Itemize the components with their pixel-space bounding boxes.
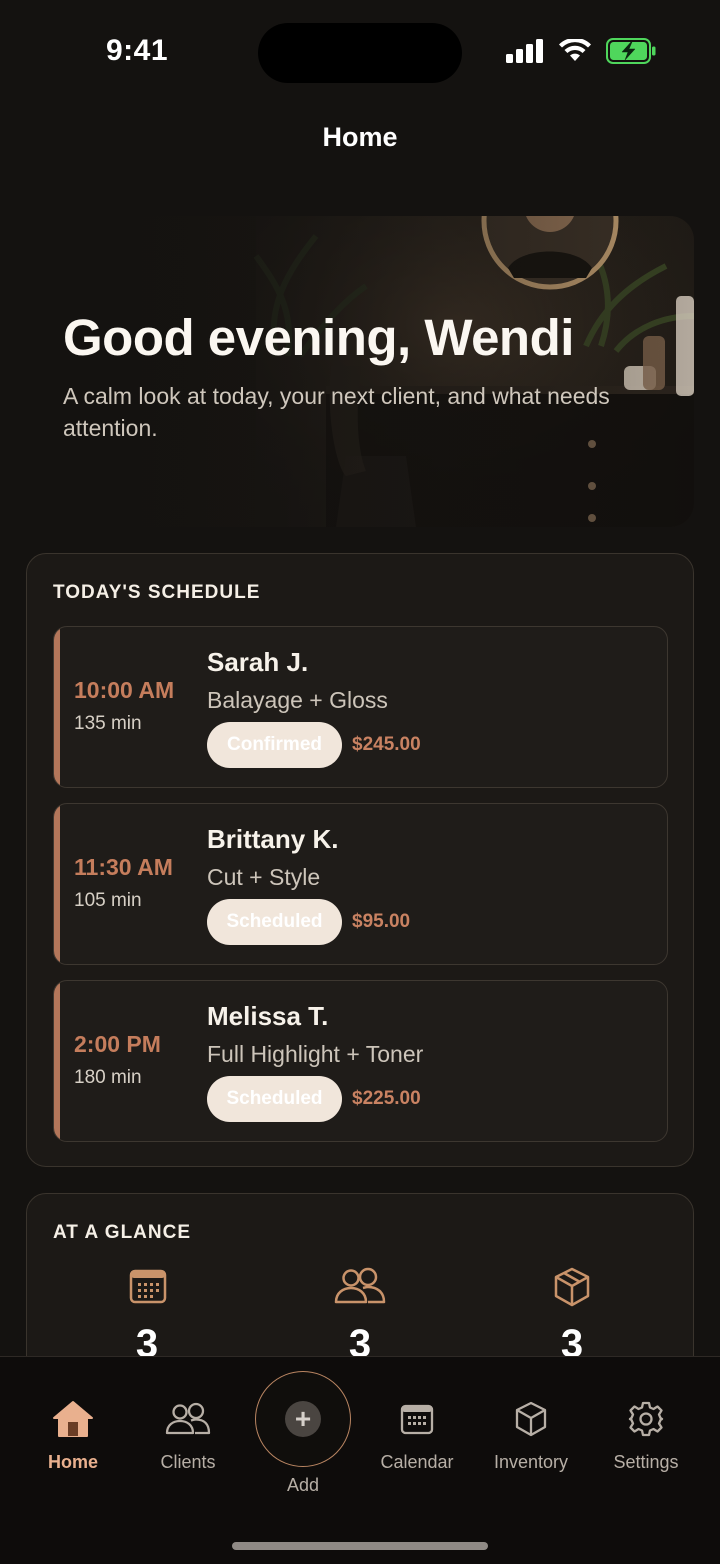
appointment-accent-bar xyxy=(54,627,60,787)
appointment-time: 11:30 AM xyxy=(74,854,173,880)
appointment-duration: 180 min xyxy=(74,1067,142,1088)
service-name: Balayage + Gloss xyxy=(207,687,388,713)
appointment-duration: 105 min xyxy=(74,890,142,911)
schedule-card: TODAY'S SCHEDULE 10:00 AM 135 min Sarah … xyxy=(26,553,694,1167)
clients-icon xyxy=(334,1267,386,1304)
status-icons xyxy=(506,38,656,64)
tab-clients[interactable]: Clients xyxy=(133,1357,243,1487)
hero-banner: Good evening, Wendi A calm look at today… xyxy=(26,216,694,527)
add-button-label: Add xyxy=(286,1475,320,1495)
box-icon xyxy=(554,1267,590,1307)
appointment-card[interactable]: 2:00 PM 180 min Melissa T. Full Highligh… xyxy=(53,980,668,1142)
salon-mirror-illustration xyxy=(26,216,694,527)
appointment-price: $95.00 xyxy=(352,911,411,932)
client-name: Melissa T. xyxy=(207,1001,329,1031)
appointment-card[interactable]: 11:30 AM 105 min Brittany K. Cut + Style… xyxy=(53,803,668,965)
gear-icon xyxy=(628,1401,664,1437)
status-badge: Confirmed xyxy=(207,722,342,768)
tab-bar: Home Clients + Add Calendar Inventory Se… xyxy=(0,1356,720,1564)
schedule-title: TODAY'S SCHEDULE xyxy=(53,582,261,603)
wifi-icon xyxy=(559,39,591,61)
add-button[interactable]: + xyxy=(255,1371,351,1467)
tab-inventory[interactable]: Inventory xyxy=(476,1357,586,1487)
tab-clients-label: Clients xyxy=(160,1452,216,1472)
tab-inventory-label: Inventory xyxy=(493,1452,569,1472)
home-icon xyxy=(53,1401,93,1437)
appointment-accent-bar xyxy=(54,804,60,964)
signal-icon xyxy=(506,39,543,63)
appointment-duration: 135 min xyxy=(74,713,142,734)
clients-icon xyxy=(165,1402,211,1435)
plus-icon: + xyxy=(285,1401,321,1437)
service-name: Cut + Style xyxy=(207,864,321,890)
client-name: Sarah J. xyxy=(207,647,309,677)
tab-home[interactable]: Home xyxy=(18,1357,128,1487)
tab-settings-label: Settings xyxy=(613,1452,679,1472)
tab-settings[interactable]: Settings xyxy=(591,1357,701,1487)
appointment-time: 2:00 PM xyxy=(74,1031,161,1057)
greeting-subtitle: A calm look at today, your next client, … xyxy=(63,383,610,441)
appointment-price: $245.00 xyxy=(352,734,421,755)
appointment-accent-bar xyxy=(54,981,60,1141)
status-time: 9:41 xyxy=(106,34,169,67)
status-bar: 9:41 xyxy=(0,0,720,100)
service-name: Full Highlight + Toner xyxy=(207,1041,424,1067)
box-icon xyxy=(515,1401,547,1437)
tab-home-label: Home xyxy=(47,1452,98,1472)
greeting-heading: Good evening, Wendi xyxy=(63,309,574,366)
tab-calendar-label: Calendar xyxy=(380,1452,454,1472)
appointment-card[interactable]: 10:00 AM 135 min Sarah J. Balayage + Glo… xyxy=(53,626,668,788)
calendar-icon xyxy=(129,1269,167,1304)
home-indicator xyxy=(232,1542,488,1550)
appointment-time: 10:00 AM xyxy=(74,677,175,703)
status-badge: Scheduled xyxy=(207,899,342,945)
tab-calendar[interactable]: Calendar xyxy=(362,1357,472,1487)
status-badge: Scheduled xyxy=(207,1076,342,1122)
appointment-price: $225.00 xyxy=(352,1088,421,1109)
dynamic-island xyxy=(258,23,462,83)
page-title: Home xyxy=(322,122,398,152)
glance-title: AT A GLANCE xyxy=(53,1222,192,1243)
client-name: Brittany K. xyxy=(207,824,339,854)
calendar-icon xyxy=(400,1404,434,1435)
battery-charging-icon xyxy=(606,38,656,64)
